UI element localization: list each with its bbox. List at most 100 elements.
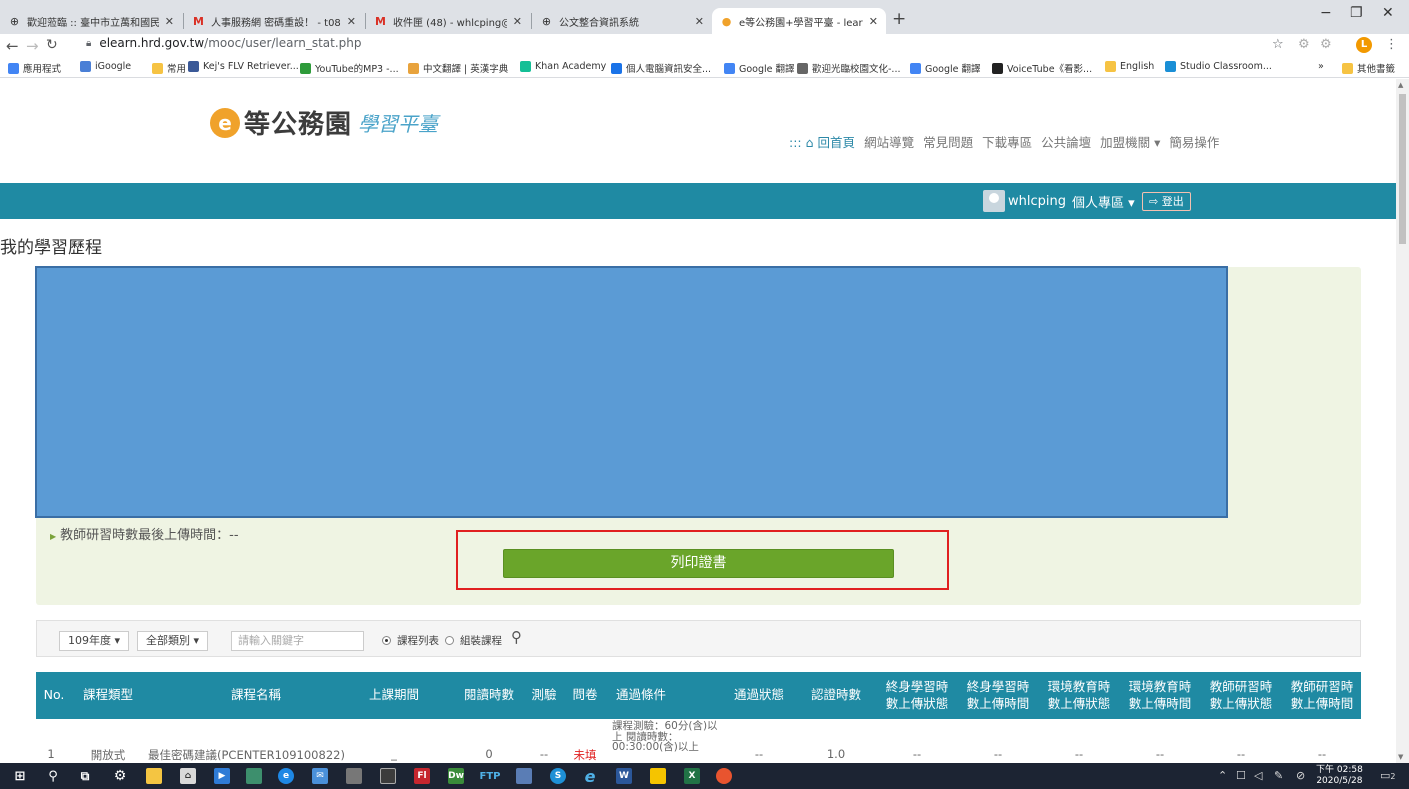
reload-icon[interactable]: ↻: [46, 37, 58, 53]
nav-sitemap[interactable]: 網站導覽: [864, 132, 914, 151]
bookmark-item[interactable]: 中文翻譯 | 英漢字典: [408, 61, 508, 75]
bookmark-favicon-icon: [992, 62, 1003, 74]
bookmark-item[interactable]: English: [1105, 61, 1154, 72]
ftp-icon[interactable]: FTP: [480, 768, 501, 784]
other-bookmarks[interactable]: 其他書籤: [1342, 61, 1395, 75]
browser-tab[interactable]: ⊕ 公文整合資訊系統 ✕: [532, 8, 712, 34]
vertical-scrollbar[interactable]: ▲ ▼: [1396, 79, 1409, 763]
system-clock[interactable]: 下午 02:58 2020/5/28: [1316, 765, 1363, 787]
bookmark-item[interactable]: Kej's FLV Retriever...: [188, 61, 299, 72]
bookmark-item[interactable]: iGoogle: [80, 61, 131, 72]
nav-easy-guide[interactable]: 簡易操作: [1169, 132, 1219, 151]
course-name-link[interactable]: 最佳密碼建議(PCENTER109100822): [148, 747, 358, 763]
column-header: 通過條件: [615, 687, 666, 703]
calculator-icon[interactable]: [346, 768, 362, 784]
scroll-thumb[interactable]: [1399, 94, 1406, 244]
print-certificate-button[interactable]: 列印證書: [503, 549, 894, 578]
bookmark-favicon-icon: [300, 62, 311, 74]
bookmark-item[interactable]: VoiceTube《看影...: [992, 61, 1092, 75]
logout-button[interactable]: ⇨ 登出: [1142, 192, 1191, 211]
new-tab-button[interactable]: +: [892, 9, 906, 29]
windows-start-icon[interactable]: ⊞: [12, 768, 28, 784]
bookmark-item[interactable]: Khan Academy: [520, 61, 606, 72]
radio-bundle[interactable]: [445, 636, 454, 645]
extension-icon[interactable]: ⚙: [1320, 37, 1332, 52]
user-menu[interactable]: whlcping 個人專區 ▾: [983, 190, 1135, 212]
close-tab-icon[interactable]: ✕: [347, 15, 356, 28]
column-header: 課程名稱: [230, 687, 281, 703]
home-link[interactable]: ::: ⌂ 回首頁: [789, 132, 855, 151]
close-tab-icon[interactable]: ✕: [513, 15, 522, 28]
excel-icon[interactable]: X: [684, 768, 700, 784]
category-select[interactable]: 全部類別 ▾: [137, 631, 209, 651]
gmail-icon: M: [193, 14, 204, 28]
bookmark-item[interactable]: Google 翻譯: [910, 61, 981, 75]
bookmark-item[interactable]: YouTube的MP3 -...: [300, 61, 399, 75]
bookmark-item[interactable]: 個人電腦資訊安全...: [611, 61, 711, 75]
page-title: 我的學習歷程: [0, 238, 102, 258]
bookmarks-bar: 應用程式 iGoogle 常用 Kej's FLV Retriever... Y…: [0, 58, 1409, 78]
close-tab-icon[interactable]: ✕: [869, 15, 878, 28]
bookmark-favicon-icon: [1165, 61, 1176, 72]
personal-zone-dropdown[interactable]: 個人專區 ▾: [1072, 192, 1135, 211]
sticky-notes-icon[interactable]: [650, 768, 666, 784]
word-icon[interactable]: W: [616, 768, 632, 784]
nav-partners-dropdown[interactable]: 加盟機關 ▾: [1100, 132, 1160, 151]
task-view-icon[interactable]: ⧉: [77, 768, 93, 784]
network-icon[interactable]: ☐: [1236, 769, 1246, 782]
terminal-icon[interactable]: [380, 768, 396, 784]
year-select[interactable]: 109年度 ▾: [59, 631, 130, 651]
search-icon[interactable]: ⚲: [511, 628, 522, 646]
skype-icon[interactable]: S: [550, 768, 566, 784]
view-mode-radios: 課程列表 組裝課程: [382, 633, 502, 648]
keyword-input[interactable]: 請輸入關鍵字: [231, 631, 364, 651]
tray-chevron-icon[interactable]: ⌃: [1218, 769, 1227, 782]
column-header: 測驗: [531, 687, 557, 703]
status-icon[interactable]: ⊘: [1296, 769, 1305, 782]
bookmark-item[interactable]: 常用: [152, 61, 186, 75]
site-logo[interactable]: e 等公務園 學習平臺: [210, 104, 438, 141]
close-window-button[interactable]: ✕: [1382, 5, 1394, 21]
notification-center-icon[interactable]: ▭2: [1380, 769, 1396, 782]
browser-tab-active[interactable]: ● e等公務園+學習平臺 - learn_sta ✕: [712, 8, 886, 34]
browser-tab[interactable]: M 收件匣 (48) - whlcping@gmail. ✕: [366, 8, 530, 34]
close-tab-icon[interactable]: ✕: [695, 15, 704, 28]
ie-icon[interactable]: e: [582, 767, 598, 786]
dreamweaver-icon[interactable]: Dw: [448, 768, 464, 784]
media-icon[interactable]: ▶: [214, 768, 230, 784]
browser-tab[interactable]: M 人事服務網 密碼重設！ - t082@ ✕: [184, 8, 364, 34]
pen-icon[interactable]: ✎: [1274, 769, 1283, 782]
forward-icon[interactable]: →: [26, 37, 39, 55]
search-icon[interactable]: ⚲: [45, 768, 61, 784]
edge-icon[interactable]: e: [278, 768, 294, 784]
survey-link[interactable]: 未填: [566, 747, 604, 763]
bookmarks-overflow[interactable]: »: [1318, 61, 1324, 72]
close-tab-icon[interactable]: ✕: [165, 15, 174, 28]
nav-download[interactable]: 下載專區: [982, 132, 1032, 151]
file-explorer-icon[interactable]: [146, 768, 162, 784]
maximize-button[interactable]: ❐: [1350, 5, 1363, 21]
profile-avatar[interactable]: L: [1356, 37, 1372, 53]
bookmark-item[interactable]: 歡迎光臨校園文化-...: [797, 61, 901, 75]
flash-icon[interactable]: Fl: [414, 768, 430, 784]
url-bar[interactable]: 🔒︎ elearn.hrd.gov.tw/mooc/user/learn_sta…: [86, 36, 362, 50]
bookmark-item[interactable]: Google 翻譯: [724, 61, 795, 75]
nav-forum[interactable]: 公共論壇: [1041, 132, 1091, 151]
extension-icon[interactable]: ⚙: [1298, 37, 1310, 52]
settings-gear-icon[interactable]: ⚙: [112, 768, 128, 784]
minimize-button[interactable]: −: [1320, 5, 1332, 21]
back-icon[interactable]: ←: [6, 37, 19, 55]
remote-desktop-icon[interactable]: [516, 768, 532, 784]
nav-faq[interactable]: 常見問題: [923, 132, 973, 151]
store-icon[interactable]: ⌂: [180, 768, 196, 784]
bookmark-item[interactable]: 應用程式: [8, 61, 61, 75]
menu-kebab-icon[interactable]: ⋮: [1385, 37, 1398, 52]
browser-tab[interactable]: ⊕ 歡迎蒞臨 :: 臺中市立萬和國民中學 ✕: [0, 8, 182, 34]
bookmark-star-icon[interactable]: ☆: [1272, 37, 1284, 52]
bookmark-item[interactable]: Studio Classroom...: [1165, 61, 1272, 72]
notes-icon[interactable]: [246, 768, 262, 784]
mail-icon[interactable]: ✉: [312, 768, 328, 784]
chrome-icon[interactable]: [716, 768, 732, 784]
radio-course-list[interactable]: [382, 636, 391, 645]
volume-icon[interactable]: ◁: [1254, 769, 1262, 782]
